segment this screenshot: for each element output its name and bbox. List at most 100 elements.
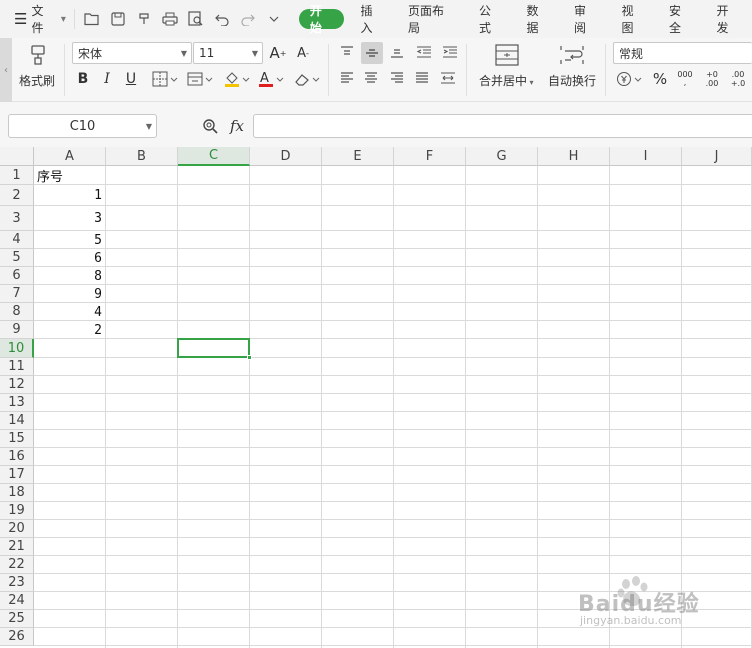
fill-handle[interactable] [247,355,252,360]
cell-a6[interactable]: 8 [34,267,106,285]
column-header-e[interactable]: E [322,147,394,166]
row-header-4[interactable]: 4 [0,231,34,249]
row-header-14[interactable]: 14 [0,412,34,430]
insert-function-icon[interactable]: fx [226,115,248,137]
more-icon[interactable] [263,8,285,30]
increase-indent-icon[interactable] [440,42,460,62]
column-header-d[interactable]: D [250,147,322,166]
number-format-select[interactable]: 常规 [613,42,752,64]
row-header-12[interactable]: 12 [0,376,34,394]
bold-icon[interactable]: B [73,68,93,90]
tab-review[interactable]: 审阅 [562,0,610,38]
select-all-corner[interactable] [0,147,34,166]
percent-icon[interactable]: % [650,68,670,90]
open-folder-icon[interactable] [81,8,103,30]
clear-format-icon[interactable] [292,68,322,90]
row-header-5[interactable]: 5 [0,249,34,267]
row-header-19[interactable]: 19 [0,502,34,520]
cell-a7[interactable]: 9 [34,285,106,303]
print-icon[interactable] [159,8,181,30]
decrease-indent-icon[interactable] [414,42,434,62]
undo-icon[interactable] [211,8,233,30]
cell-a9[interactable]: 2 [34,321,106,339]
name-box[interactable]: C10 ▼ [8,114,157,138]
underline-icon[interactable]: U [121,68,141,90]
row-header-7[interactable]: 7 [0,285,34,303]
cell-style-icon[interactable] [185,68,215,90]
column-header-g[interactable]: G [466,147,538,166]
format-painter-icon[interactable] [24,42,52,68]
active-cell-selection[interactable] [177,338,252,360]
file-menu[interactable]: ☰ 文件 ▾ [0,0,74,38]
decrease-decimal-icon[interactable]: .00 +.0 [727,68,749,90]
row-header-9[interactable]: 9 [0,321,34,339]
row-header-17[interactable]: 17 [0,466,34,484]
cell-a5[interactable]: 6 [34,249,106,267]
zoom-magnifier-icon[interactable] [200,115,220,137]
thousands-separator-icon[interactable]: 000, [674,68,696,90]
tab-view[interactable]: 视图 [610,0,658,38]
format-painter-label[interactable]: 格式刷 [19,72,55,89]
column-header-j[interactable]: J [682,147,752,166]
redo-icon[interactable] [237,8,259,30]
borders-icon[interactable] [150,68,180,90]
tab-developer[interactable]: 开发 [705,0,752,38]
wrap-text-icon[interactable] [557,42,587,68]
ribbon-collapse-handle[interactable]: ‹ [0,38,12,102]
cell-a8[interactable]: 4 [34,303,106,321]
row-header-15[interactable]: 15 [0,430,34,448]
save-icon[interactable] [107,8,129,30]
align-middle-icon[interactable] [361,42,383,64]
column-header-i[interactable]: I [610,147,682,166]
tab-data[interactable]: 数据 [514,0,562,38]
wrap-text-label[interactable]: 自动换行 [548,72,596,89]
merge-center-button[interactable]: 合并居中 ▾ [479,72,534,89]
format-painter-quick-icon[interactable] [133,8,155,30]
align-bottom-icon[interactable] [387,42,407,62]
column-header-b[interactable]: B [106,147,178,166]
font-color-icon[interactable]: A [256,68,286,90]
row-header-3[interactable]: 3 [0,206,34,231]
row-header-22[interactable]: 22 [0,556,34,574]
tab-formulas[interactable]: 公式 [467,0,515,38]
cell-a2[interactable]: 1 [34,185,106,206]
align-right-icon[interactable] [387,68,407,88]
currency-icon[interactable] [615,68,645,90]
row-header-20[interactable]: 20 [0,520,34,538]
fill-color-icon[interactable] [222,68,252,90]
justify-icon[interactable] [412,68,432,88]
row-header-11[interactable]: 11 [0,358,34,376]
row-header-25[interactable]: 25 [0,610,34,628]
row-header-16[interactable]: 16 [0,448,34,466]
font-size-select[interactable]: 11 ▼ [193,42,263,64]
distributed-align-icon[interactable] [437,68,459,88]
cell-a1[interactable]: 序号 [34,166,106,185]
align-top-icon[interactable] [337,42,357,62]
column-header-f[interactable]: F [394,147,466,166]
align-center-icon[interactable] [361,68,381,88]
row-header-8[interactable]: 8 [0,303,34,321]
row-header-2[interactable]: 2 [0,185,34,206]
font-name-select[interactable]: 宋体 ▼ [72,42,192,64]
cell-a3[interactable]: 3 [34,206,106,231]
row-header-21[interactable]: 21 [0,538,34,556]
tab-home[interactable]: 开始 [298,4,345,35]
tab-security[interactable]: 安全 [657,0,705,38]
column-header-c[interactable]: C [178,147,250,166]
cell-a4[interactable]: 5 [34,231,106,249]
print-preview-icon[interactable] [185,8,207,30]
tab-page-layout[interactable]: 页面布局 [396,0,467,38]
row-header-13[interactable]: 13 [0,394,34,412]
row-header-6[interactable]: 6 [0,267,34,285]
column-header-a[interactable]: A [34,147,106,166]
tab-insert[interactable]: 插入 [348,0,396,38]
row-header-1[interactable]: 1 [0,166,34,185]
increase-font-size-icon[interactable]: A + [267,42,289,64]
row-header-10[interactable]: 10 [0,339,34,358]
column-header-h[interactable]: H [538,147,610,166]
italic-icon[interactable]: I [97,68,117,90]
align-left-icon[interactable] [337,68,357,88]
decrease-font-size-icon[interactable]: A- [292,42,314,64]
merge-center-icon[interactable] [492,42,522,68]
increase-decimal-icon[interactable]: +0 .00 [701,68,723,90]
